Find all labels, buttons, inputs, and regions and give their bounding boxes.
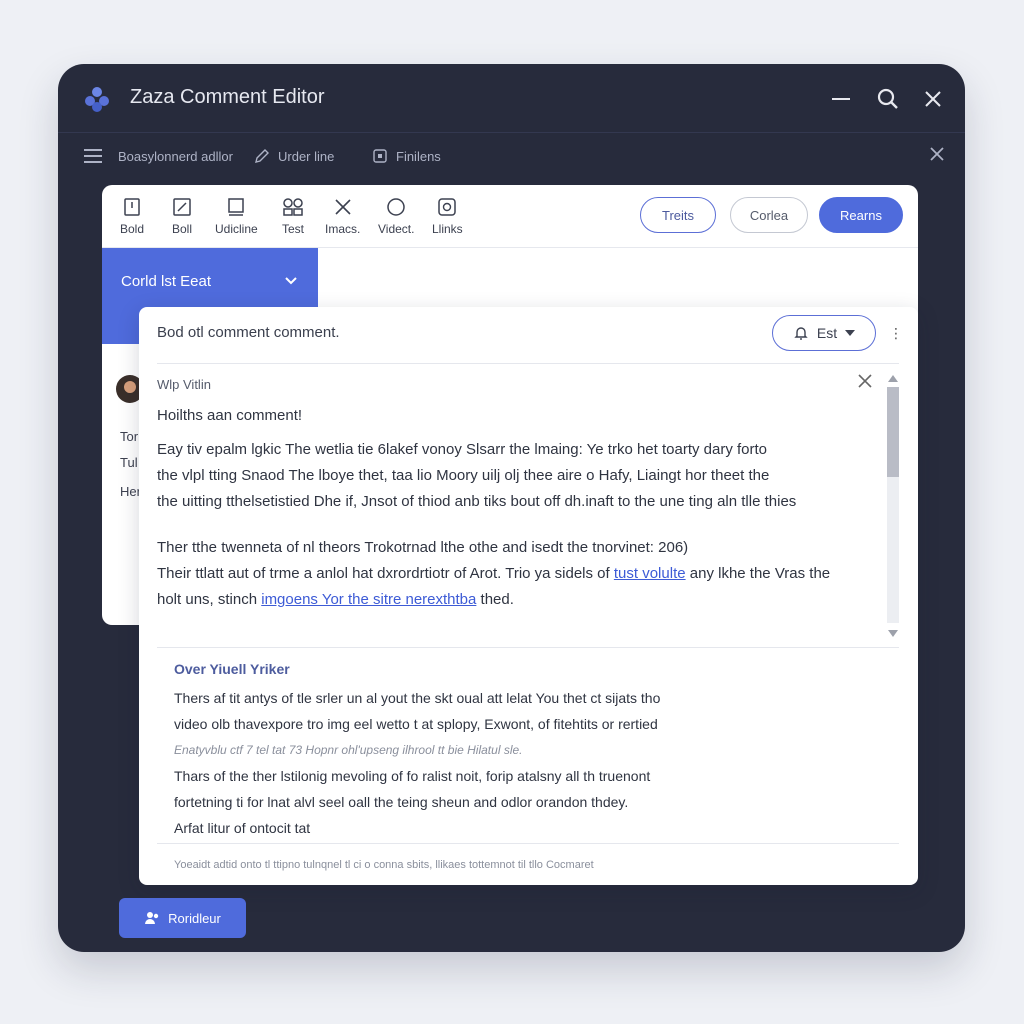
category-select-label: Corld lst Eeat <box>121 273 212 290</box>
caret-down-icon <box>845 330 856 336</box>
paragraph-line: Ther tthe twenneta of nl theors Trokotrn… <box>157 539 689 556</box>
treits-button[interactable]: Treits <box>640 197 716 233</box>
tool-label: Imacs. <box>325 222 361 236</box>
image-frame-icon <box>228 198 245 216</box>
reply-heading: Over Yiuell Yriker <box>174 661 290 677</box>
menu-button[interactable]: Boasylonnerd adllor <box>84 148 233 164</box>
tool-links[interactable]: Llinks <box>432 197 463 236</box>
edit-icon <box>173 198 191 216</box>
tool-bold-doc[interactable]: Bold <box>120 197 144 236</box>
document-icon <box>124 198 140 216</box>
secondary-item-label: Boasylonnerd adllor <box>118 148 233 164</box>
divider <box>157 363 899 364</box>
reply-line: video olb thavexpore tro img eel wetto t… <box>174 716 658 732</box>
paragraph-line: holt uns, stinch imgoens Yor the sitre n… <box>157 587 867 613</box>
close-icon[interactable] <box>857 373 873 389</box>
side-line: Tor <box>120 429 139 444</box>
comment-paragraph: Eay tiv epalm lgkic The wetlia tie 6lake… <box>157 437 867 515</box>
tool-label: Test <box>282 222 305 236</box>
bell-icon <box>794 327 808 340</box>
title-bar: Zaza Comment Editor <box>58 64 965 133</box>
chevron-down-icon <box>285 277 297 285</box>
tool-label: Bold <box>120 222 145 236</box>
format-toolbar: Bold Boll Udicline Test Imacs. Videct. L… <box>102 185 918 248</box>
tool-edit[interactable]: Boll <box>172 197 192 236</box>
scroll-thumb[interactable] <box>887 387 899 477</box>
box-icon <box>373 149 387 163</box>
divider <box>157 647 899 648</box>
paragraph-line: Their ttlatt aut of trme a anlol hat dxr… <box>157 561 867 587</box>
tool-label: Boll <box>172 222 193 236</box>
link-box-icon <box>438 198 457 216</box>
paragraph-text: Their ttlatt aut of trme a anlol hat dxr… <box>157 565 610 582</box>
hamburger-icon <box>84 149 102 163</box>
close-icon <box>925 91 941 107</box>
close-panel-icon[interactable] <box>929 146 945 162</box>
comment-heading: Hoilths aan comment! <box>157 407 303 424</box>
findings-menu-item[interactable]: Finilens <box>372 148 441 164</box>
reply-line: Thers af tit antys of tle srler un al yo… <box>174 690 661 706</box>
edit-dropdown[interactable]: Est <box>772 315 876 351</box>
underline-menu-item[interactable]: Urder line <box>254 148 334 164</box>
scroll-down-icon[interactable] <box>888 630 898 637</box>
scroll-up-icon[interactable] <box>888 375 898 382</box>
paragraph-line: the vlpl tting Snaod The lboye thet, taa… <box>157 467 770 484</box>
shapes-icon <box>283 198 303 216</box>
pen-icon <box>255 149 269 163</box>
paragraph-text: thed. <box>476 591 514 608</box>
scrollbar[interactable] <box>885 375 901 637</box>
close-window-button[interactable] <box>916 82 950 116</box>
search-icon <box>877 88 898 109</box>
tool-label: Llinks <box>432 222 463 236</box>
window-title: Zaza Comment Editor <box>130 86 325 108</box>
tool-label: Videct. <box>378 222 415 236</box>
tool-images[interactable]: Imacs. <box>325 197 360 236</box>
reorder-button-label: Roridleur <box>168 910 221 926</box>
edit-label: Est <box>816 325 838 341</box>
tool-underline[interactable]: Udicline <box>215 197 258 236</box>
comment-paragraph-2: Ther tthe twenneta of nl theors Trokotrn… <box>157 535 867 613</box>
paragraph-line: the uitting tthelsetistied Dhe if, Jnsot… <box>157 493 797 510</box>
underline-label: Urder line <box>278 148 335 164</box>
search-button[interactable] <box>871 82 905 116</box>
reorder-button[interactable]: Roridleur <box>119 898 246 938</box>
app-logo-icon <box>85 87 109 112</box>
paragraph-text: any lkhe the Vras the <box>685 565 831 582</box>
minimize-button[interactable] <box>824 82 858 116</box>
secondary-toolbar: Boasylonnerd adllor Urder line Finilens <box>58 134 965 182</box>
inline-link[interactable]: tust volulte <box>614 565 686 582</box>
inline-link[interactable]: imgoens Yor the sitre nerexthtba <box>261 591 476 608</box>
comment-dialog: Bod otl comment comment. Est ⋮ Wlp Vitli… <box>139 307 918 885</box>
tool-label: Udicline <box>215 222 258 236</box>
circle-icon <box>387 198 405 216</box>
corlea-button[interactable]: Corlea <box>730 197 808 233</box>
tool-video[interactable]: Videct. <box>378 197 414 236</box>
findings-label: Finilens <box>396 148 441 164</box>
reply-meta: Enatyvblu ctf 7 tel tat 73 Hopnr ohl'ups… <box>174 743 523 757</box>
reply-line: Thars of the ther lstilonig mevoling of … <box>174 768 651 784</box>
reply-line: fortetning ti for lnat alvl seel oall th… <box>174 794 629 810</box>
footnote: Yoeaidt adtid onto tl ttipno tulnqnel tl… <box>174 859 594 871</box>
users-icon <box>145 912 159 924</box>
comment-dialog-title: Bod otl comment comment. <box>157 324 340 341</box>
paragraph-line: Eay tiv epalm lgkic The wetlia tie 6lake… <box>157 441 768 458</box>
divider <box>157 843 899 844</box>
crop-icon <box>335 199 351 215</box>
more-options-icon[interactable]: ⋮ <box>889 325 903 342</box>
tool-text[interactable]: Test <box>282 197 304 236</box>
paragraph-text: holt uns, stinch <box>157 591 262 608</box>
rearns-button[interactable]: Rearns <box>819 197 903 233</box>
side-line: Her <box>120 484 141 499</box>
comment-author: Wlp Vitlin <box>157 377 211 392</box>
side-line: Tul <box>120 455 138 470</box>
minimize-icon <box>832 98 850 100</box>
reply-body: Thers af tit antys of tle srler un al yo… <box>174 685 874 841</box>
reply-line: Arfat litur of ontocit tat <box>174 820 311 836</box>
